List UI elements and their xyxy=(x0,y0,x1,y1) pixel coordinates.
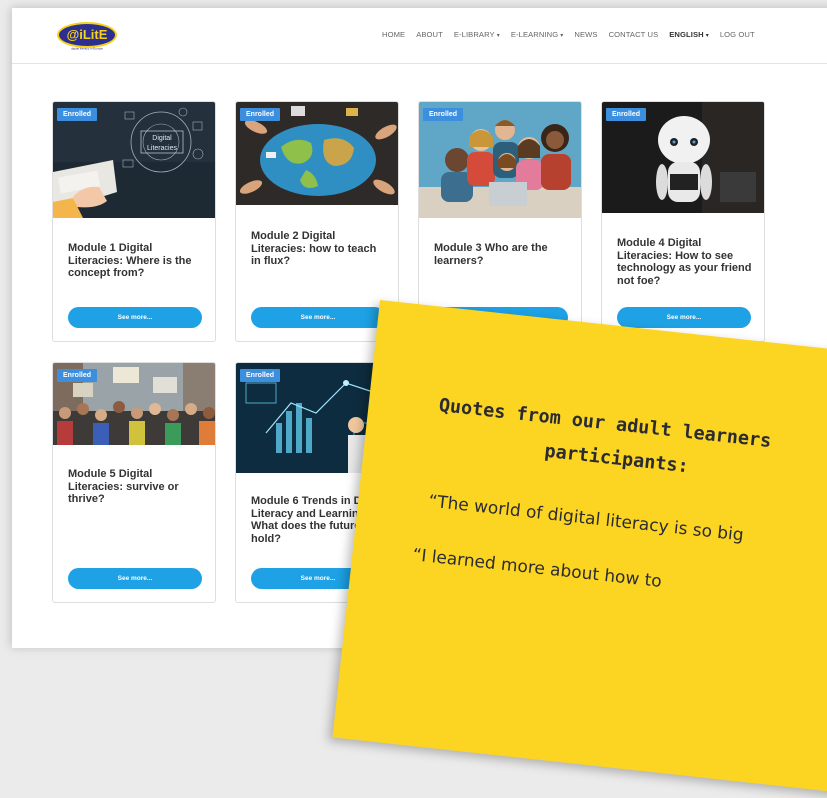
main-nav: HOME ABOUT E-LIBRARY ▾ E-LEARNING ▾ NEWS CONTAC… xyxy=(382,30,766,39)
quote-card-title: Quotes from our adult learners xyxy=(437,395,773,453)
nav-about[interactable]: ABOUT xyxy=(416,30,443,39)
caret-down-icon: ▾ xyxy=(560,33,564,39)
module-card-5[interactable]: Enrolled Module 5 Digital Literacies: su… xyxy=(52,362,216,603)
enrolled-badge: Enrolled xyxy=(240,369,281,382)
module-2-title[interactable]: Module 2 Digital Literacies: how to teac… xyxy=(251,230,388,268)
module-2-see-more-button[interactable]: See more... xyxy=(251,307,385,328)
nav-label: E-LIBRARY xyxy=(453,30,495,39)
logo-tagline: digital literacy in Europe xyxy=(71,47,103,51)
quote-2: “I learned more about how to xyxy=(411,545,663,593)
nav-english[interactable]: ENGLISH ▾ xyxy=(669,30,709,39)
module-card-4[interactable]: Enrolled Module 4 Digital Literacies: Ho… xyxy=(601,101,765,342)
quote-1: “The world of digital literacy is so big xyxy=(427,491,745,546)
nav-label: E-LEARNING xyxy=(510,30,559,39)
nav-label: HOME xyxy=(382,30,406,39)
nav-label: ENGLISH xyxy=(669,30,704,39)
enrolled-badge: Enrolled xyxy=(423,108,464,121)
module-1-title[interactable]: Module 1 Digital Literacies: Where is th… xyxy=(68,242,205,280)
enrolled-badge: Enrolled xyxy=(606,108,647,121)
module-4-image: Enrolled xyxy=(602,102,764,213)
module-5-image: Enrolled xyxy=(53,363,215,445)
module-4-see-more-button[interactable]: See more... xyxy=(617,307,751,328)
module-2-image: Enrolled xyxy=(236,102,398,205)
enrolled-badge: Enrolled xyxy=(240,108,281,121)
dilite-logo[interactable]: @iLitE digital literacy in Europe xyxy=(56,21,118,51)
nav-label: CONTACT US xyxy=(608,30,659,39)
enrolled-badge: Enrolled xyxy=(57,369,98,382)
image-text-digital: Digital xyxy=(152,135,172,142)
nav-label: NEWS xyxy=(574,30,598,39)
module-card-1[interactable]: Digital Literacies Enrolled Module 1 Dig… xyxy=(52,101,216,342)
module-3-image: Enrolled xyxy=(419,102,581,218)
enrolled-badge: Enrolled xyxy=(57,108,98,121)
navbar: @iLitE digital literacy in Europe HOME AB… xyxy=(12,8,827,64)
module-4-title[interactable]: Module 4 Digital Literacies: How to see … xyxy=(617,237,754,287)
nav-label: ABOUT xyxy=(416,30,443,39)
module-card-2[interactable]: Enrolled Module 2 Digital Literacies: ho… xyxy=(235,101,399,342)
module-5-see-more-button[interactable]: See more... xyxy=(68,568,202,589)
nav-news[interactable]: NEWS xyxy=(574,30,597,39)
nav-log-out[interactable]: LOG OUT xyxy=(720,30,755,39)
module-1-see-more-button[interactable]: See more... xyxy=(68,307,202,328)
nav-e-learning[interactable]: E-LEARNING ▾ xyxy=(511,30,564,39)
module-5-title[interactable]: Module 5 Digital Literacies: survive or … xyxy=(68,468,205,506)
image-text-literacies: Literacies xyxy=(147,145,177,152)
nav-home[interactable]: HOME xyxy=(382,30,405,39)
quote-card-subtitle: participants: xyxy=(543,440,690,478)
caret-down-icon: ▾ xyxy=(496,33,500,39)
caret-down-icon: ▾ xyxy=(705,33,709,39)
module-1-image: Digital Literacies Enrolled xyxy=(53,102,215,218)
nav-label: LOG OUT xyxy=(719,30,755,39)
module-3-title[interactable]: Module 3 Who are the learners? xyxy=(434,242,571,267)
quote-card: Quotes from our adult learners participa… xyxy=(332,300,827,798)
nav-contact-us[interactable]: CONTACT US xyxy=(609,30,659,39)
logo-text: @iLitE xyxy=(67,27,108,42)
nav-e-library[interactable]: E-LIBRARY ▾ xyxy=(454,30,500,39)
